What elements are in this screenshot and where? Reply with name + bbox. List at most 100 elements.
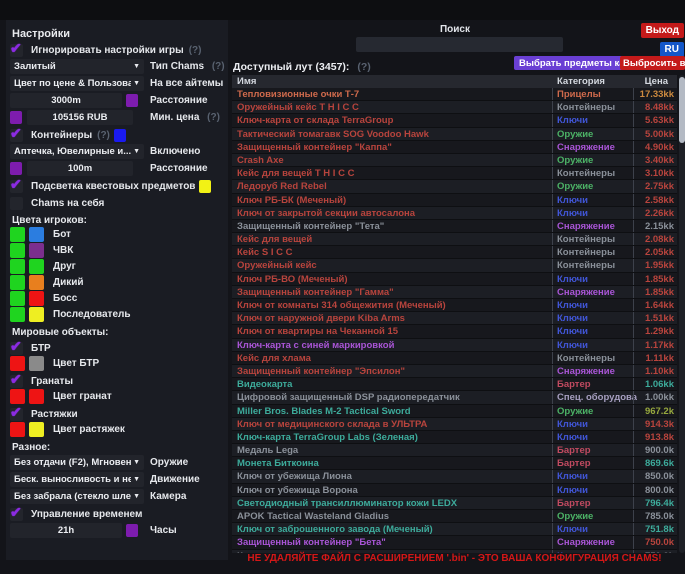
search-input[interactable] bbox=[356, 37, 563, 52]
table-row[interactable]: Ключ от убежища ЛионаКлючи850.0k bbox=[232, 470, 677, 483]
language-button[interactable]: RU bbox=[660, 42, 684, 57]
checkbox-checked[interactable] bbox=[10, 508, 23, 521]
settings-pair-row: Босс bbox=[10, 291, 228, 306]
table-row[interactable]: Кейс S I C CКонтейнеры2.05kk bbox=[232, 246, 677, 259]
dropdown[interactable]: Цвет по цене & Пользователь▼ bbox=[10, 76, 144, 91]
loot-scrollbar[interactable] bbox=[679, 75, 685, 553]
color-swatch-primary[interactable] bbox=[10, 356, 25, 371]
table-row[interactable]: Монета БиткоинаБартер869.6k bbox=[232, 457, 677, 470]
table-row[interactable]: Тепловизионные очки Т-7Прицелы17.33kk bbox=[232, 88, 677, 101]
table-row[interactable]: Защищенный контейнер "Бета"Снаряжение750… bbox=[232, 536, 677, 549]
table-row[interactable]: Защищенный контейнер "Эпсилон"Снаряжение… bbox=[232, 365, 677, 378]
item-price-cell: 1.00kk bbox=[633, 391, 677, 403]
table-row[interactable]: Miller Bros. Blades M-2 Tactical SwordОр… bbox=[232, 405, 677, 418]
column-header-name[interactable]: Имя bbox=[237, 75, 256, 88]
table-row[interactable]: Светодиодный трансиллюминатор кожи LEDXБ… bbox=[232, 497, 677, 510]
table-row[interactable]: Ключ РБ-БК (Меченый)Ключи2.58kk bbox=[232, 194, 677, 207]
color-swatch[interactable] bbox=[114, 129, 126, 142]
table-row[interactable]: Кейс для вещейКонтейнеры2.08kk bbox=[232, 233, 677, 246]
table-row[interactable]: Оружейный кейсКонтейнеры1.95kk bbox=[232, 259, 677, 272]
table-row[interactable]: Защищенный контейнер "Каппа"Снаряжение4.… bbox=[232, 141, 677, 154]
table-row[interactable]: Ключ от убежища ВоронаКлючи800.0k bbox=[232, 484, 677, 497]
table-row[interactable]: Ключ от наружной двери Kiba ArmsКлючи1.5… bbox=[232, 312, 677, 325]
color-swatch-secondary[interactable] bbox=[29, 259, 44, 274]
color-swatch[interactable] bbox=[199, 180, 211, 193]
table-row[interactable]: Ключ от комнаты 314 общежития (Меченый)К… bbox=[232, 299, 677, 312]
color-swatch-primary[interactable] bbox=[10, 275, 25, 290]
checkbox-checked[interactable] bbox=[10, 408, 23, 421]
table-row[interactable]: ВидеокартаБартер1.06kk bbox=[232, 378, 677, 391]
color-swatch[interactable] bbox=[126, 524, 138, 537]
table-row[interactable]: Crash AxeОружие3.40kk bbox=[232, 154, 677, 167]
table-row[interactable]: APOK Tactical Wasteland GladiusОружие785… bbox=[232, 510, 677, 523]
dropdown[interactable]: Аптечка, Ювелирные и...▼ bbox=[10, 144, 144, 159]
color-swatch-secondary[interactable] bbox=[29, 227, 44, 242]
table-row[interactable]: Ключ от медицинского склада в УЛЬТРАКлюч… bbox=[232, 418, 677, 431]
checkbox-label: БТР bbox=[31, 343, 51, 354]
color-swatch-secondary[interactable] bbox=[29, 291, 44, 306]
value-input[interactable]: 105156 RUB bbox=[27, 110, 133, 125]
input-label: Часы bbox=[150, 525, 177, 536]
settings-check-row: Растяжки bbox=[10, 408, 228, 421]
item-name-cell: Crash Axe bbox=[232, 154, 555, 167]
table-row[interactable]: Медаль LegaБартер900.0k bbox=[232, 444, 677, 457]
table-row[interactable]: Защищенный контейнер "Гамма"Снаряжение1.… bbox=[232, 286, 677, 299]
item-price-cell: 1.85kk bbox=[633, 273, 677, 285]
title-bar bbox=[0, 0, 685, 20]
color-swatch-secondary[interactable] bbox=[29, 275, 44, 290]
color-swatch-secondary[interactable] bbox=[29, 356, 44, 371]
column-header-category[interactable]: Категория bbox=[557, 75, 605, 88]
value-input[interactable]: 3000m bbox=[10, 93, 122, 108]
color-swatch-secondary[interactable] bbox=[29, 243, 44, 258]
chevron-down-icon: ▼ bbox=[133, 80, 140, 87]
item-category-cell: Ключи bbox=[552, 470, 637, 482]
dropdown[interactable]: Без забрала (стекло шлема)▼ bbox=[10, 489, 144, 504]
item-price-cell: 751.8k bbox=[633, 523, 677, 535]
table-row[interactable]: Тактический томагавк SOG Voodoo HawkОруж… bbox=[232, 128, 677, 141]
item-price-cell: 850.0k bbox=[633, 470, 677, 482]
color-swatch-primary[interactable] bbox=[10, 227, 25, 242]
color-swatch-secondary[interactable] bbox=[29, 422, 44, 437]
table-row[interactable]: Ледоруб Red RebelОружие2.75kk bbox=[232, 180, 677, 193]
checkbox-checked[interactable] bbox=[10, 129, 23, 142]
table-row[interactable]: Ключ от закрытой секции автосалонаКлючи2… bbox=[232, 207, 677, 220]
dropdown[interactable]: Залитый▼ bbox=[10, 59, 144, 74]
table-row[interactable]: Цифровой защищенный DSP радиопередатчикС… bbox=[232, 391, 677, 404]
color-swatch-primary[interactable] bbox=[10, 259, 25, 274]
checkbox-checked[interactable] bbox=[10, 44, 23, 57]
checkbox-unchecked[interactable] bbox=[10, 197, 23, 210]
color-swatch-primary[interactable] bbox=[10, 307, 25, 322]
color-swatch-primary[interactable] bbox=[10, 291, 25, 306]
color-swatch-secondary[interactable] bbox=[29, 307, 44, 322]
item-name-cell: Кейс для вещей T H I C C bbox=[232, 167, 555, 180]
color-swatch[interactable] bbox=[10, 162, 22, 175]
value-input[interactable]: 21h bbox=[10, 523, 122, 538]
table-row[interactable]: Ключ от квартиры на Чеканной 15Ключи1.29… bbox=[232, 325, 677, 338]
color-swatch[interactable] bbox=[10, 111, 22, 124]
table-row[interactable]: Оружейный кейс T H I C CКонтейнеры8.48kk bbox=[232, 101, 677, 114]
dropdown[interactable]: Без отдачи (F2), Мгновенное п▼ bbox=[10, 455, 144, 470]
color-swatch-primary[interactable] bbox=[10, 389, 25, 404]
color-swatch-primary[interactable] bbox=[10, 243, 25, 258]
table-row[interactable]: Ключ-карта с синей маркировкойКлючи1.17k… bbox=[232, 339, 677, 352]
color-swatch[interactable] bbox=[126, 94, 138, 107]
table-row[interactable]: Кейс для хламаКонтейнеры1.11kk bbox=[232, 352, 677, 365]
checkbox-checked[interactable] bbox=[10, 342, 23, 355]
item-price-cell: 869.6k bbox=[633, 457, 677, 469]
checkbox-checked[interactable] bbox=[10, 180, 23, 193]
exit-button[interactable]: Выход bbox=[641, 23, 684, 38]
table-row[interactable]: Защищенный контейнер "Тета"Снаряжение2.1… bbox=[232, 220, 677, 233]
color-swatch-primary[interactable] bbox=[10, 422, 25, 437]
table-row[interactable]: Кейс для вещей T H I C CКонтейнеры3.10kk bbox=[232, 167, 677, 180]
discard-all-button[interactable]: Выбросить все bbox=[620, 56, 685, 70]
table-row[interactable]: Ключ-карта от склада TerraGroupКлючи5.63… bbox=[232, 114, 677, 127]
color-swatch-secondary[interactable] bbox=[29, 389, 44, 404]
column-header-price[interactable]: Цена bbox=[645, 75, 668, 88]
scrollbar-thumb[interactable] bbox=[679, 77, 685, 143]
table-row[interactable]: Ключ от заброшенного завода (Меченый)Клю… bbox=[232, 523, 677, 536]
value-input[interactable]: 100m bbox=[27, 161, 133, 176]
table-row[interactable]: Ключ РБ-ВО (Меченый)Ключи1.85kk bbox=[232, 273, 677, 286]
dropdown[interactable]: Беск. выносливость и нет уста▼ bbox=[10, 472, 144, 487]
table-row[interactable]: Ключ-карта TerraGroup Labs (Зеленая)Ключ… bbox=[232, 431, 677, 444]
checkbox-checked[interactable] bbox=[10, 375, 23, 388]
